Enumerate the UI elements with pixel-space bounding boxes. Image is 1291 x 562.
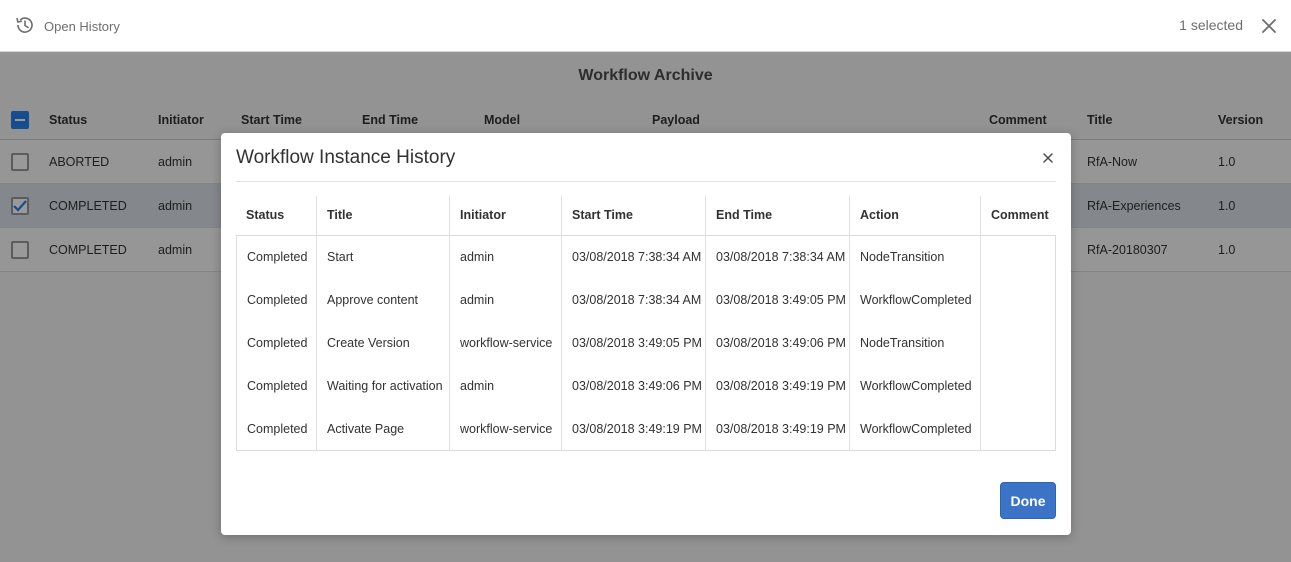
history-start-time: 03/08/2018 3:49:05 PM	[572, 336, 702, 350]
column-header: Status	[246, 208, 285, 222]
history-end-time: 03/08/2018 3:49:05 PM	[716, 293, 846, 307]
table-row: Completed Activate Page workflow-service…	[236, 408, 1056, 451]
history-title: Create Version	[327, 336, 410, 350]
history-title: Activate Page	[327, 422, 405, 436]
table-row: Completed Waiting for activation admin 0…	[236, 365, 1056, 408]
open-history-button[interactable]: Open History	[14, 14, 120, 38]
divider	[236, 181, 1056, 182]
close-icon[interactable]	[1041, 151, 1055, 165]
column-header: Comment	[991, 208, 1049, 222]
table-row: Completed Create Version workflow-servic…	[236, 322, 1056, 365]
history-status: Completed	[247, 293, 308, 307]
history-status: Completed	[247, 422, 308, 436]
dialog-title: Workflow Instance History	[236, 147, 456, 168]
history-action: WorkflowCompleted	[860, 293, 972, 307]
history-start-time: 03/08/2018 3:49:19 PM	[572, 422, 702, 436]
history-action: WorkflowCompleted	[860, 422, 972, 436]
history-table-header: Status Title Initiator Start Time End Ti…	[236, 196, 1056, 235]
history-title: Approve content	[327, 293, 419, 307]
workflow-history-dialog: Workflow Instance History Status Title I…	[221, 133, 1071, 535]
column-header: Action	[860, 208, 899, 222]
history-action: NodeTransition	[860, 250, 945, 264]
column-header: Start Time	[572, 208, 633, 222]
column-header: Initiator	[460, 208, 506, 222]
open-history-label: Open History	[44, 18, 120, 34]
history-icon	[14, 14, 36, 39]
history-action: WorkflowCompleted	[860, 379, 972, 393]
history-end-time: 03/08/2018 3:49:19 PM	[716, 422, 846, 436]
table-row: Completed Approve content admin 03/08/20…	[236, 279, 1056, 322]
action-bar: Open History 1 selected	[0, 0, 1291, 52]
history-status: Completed	[247, 379, 308, 393]
history-action: NodeTransition	[860, 336, 945, 350]
history-initiator: admin	[460, 379, 495, 393]
history-table: Status Title Initiator Start Time End Ti…	[236, 196, 1056, 452]
history-end-time: 03/08/2018 3:49:06 PM	[716, 336, 846, 350]
history-title: Waiting for activation	[327, 379, 443, 393]
history-start-time: 03/08/2018 3:49:06 PM	[572, 379, 702, 393]
history-status: Completed	[247, 336, 308, 350]
column-header: End Time	[716, 208, 773, 222]
history-initiator: admin	[460, 293, 495, 307]
history-end-time: 03/08/2018 3:49:19 PM	[716, 379, 846, 393]
history-title: Start	[327, 250, 354, 264]
column-header: Title	[327, 208, 353, 222]
table-row: Completed Start admin 03/08/2018 7:38:34…	[236, 236, 1056, 279]
history-end-time: 03/08/2018 7:38:34 AM	[716, 250, 846, 264]
history-initiator: workflow-service	[460, 336, 553, 350]
close-icon[interactable]	[1261, 18, 1277, 34]
history-initiator: workflow-service	[460, 422, 553, 436]
selection-count: 1 selected	[1179, 17, 1243, 33]
history-start-time: 03/08/2018 7:38:34 AM	[572, 250, 702, 264]
history-start-time: 03/08/2018 7:38:34 AM	[572, 293, 702, 307]
history-status: Completed	[247, 250, 308, 264]
done-button[interactable]: Done	[1000, 482, 1056, 519]
history-initiator: admin	[460, 250, 495, 264]
